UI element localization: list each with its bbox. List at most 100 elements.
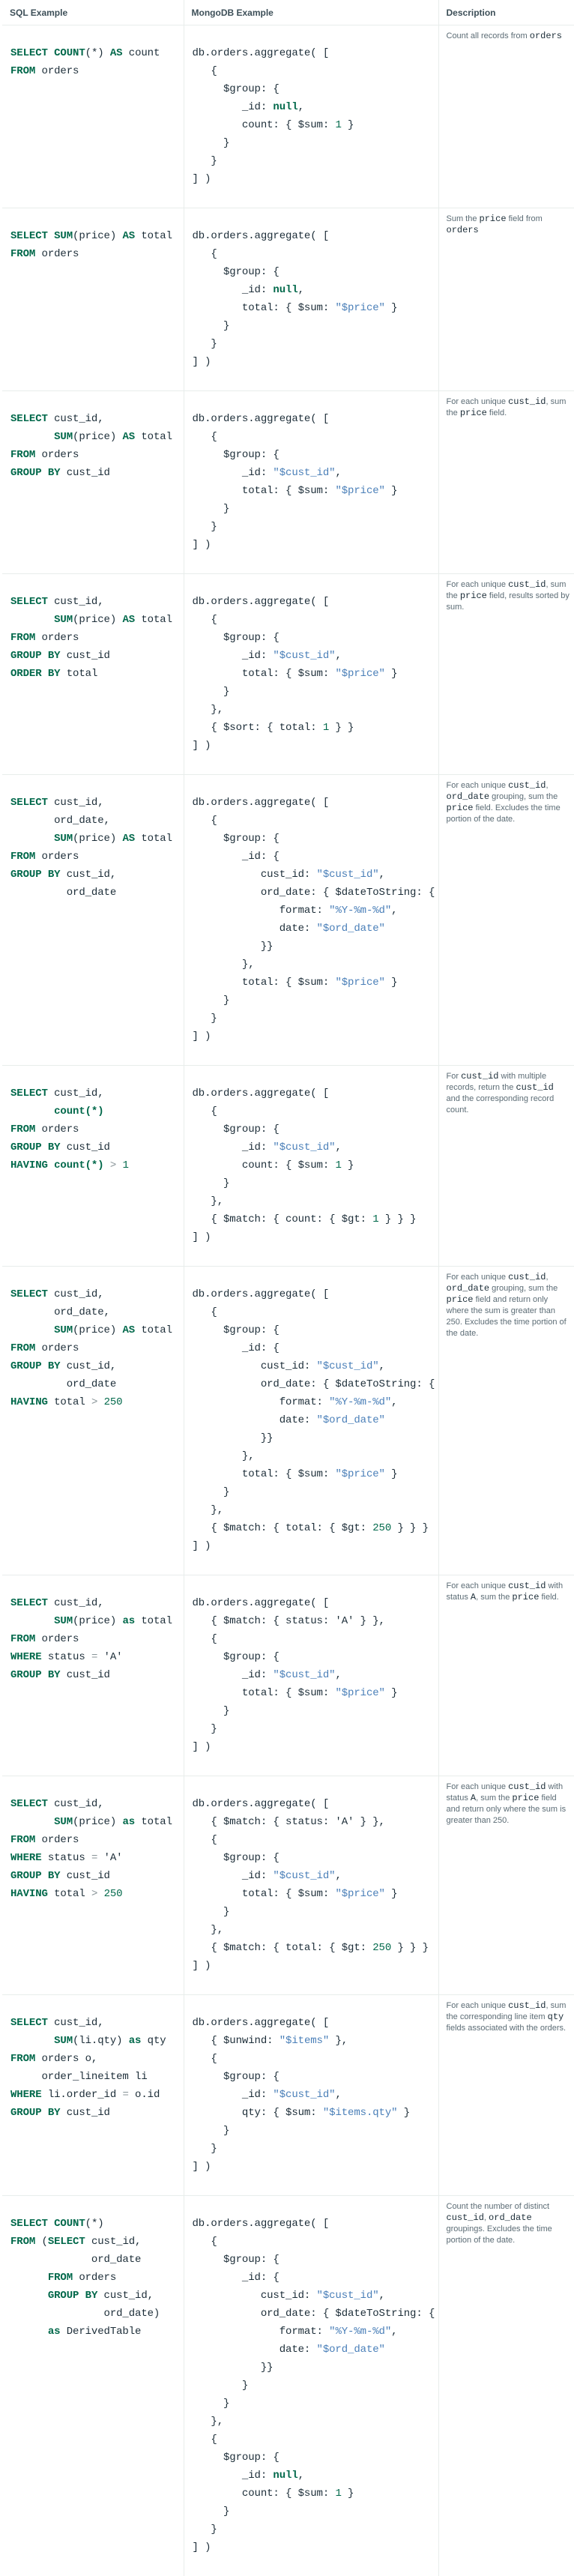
code-line: ] )	[193, 1228, 438, 1246]
inline-code: qty	[548, 2012, 564, 2022]
code-line: format: "%Y-%m-%d",	[193, 2323, 438, 2341]
code-line: ] )	[193, 353, 438, 371]
mongodb-example-cell: db.orders.aggregate( [ { $group: { _id: …	[184, 1267, 438, 1575]
code-line: db.orders.aggregate( [	[193, 593, 438, 611]
code-line: ] )	[193, 1738, 438, 1756]
mongodb-example-cell: db.orders.aggregate( [ { $group: { _id: …	[184, 574, 438, 775]
description-fragment: grouping, sum the	[489, 792, 558, 801]
description-text: For each unique cust_id, sum the price f…	[439, 574, 574, 618]
code-line: },	[193, 1921, 438, 1939]
code-line: SELECT cust_id,	[10, 2014, 184, 2032]
code-line: GROUP BY cust_id	[10, 2104, 184, 2122]
code-line: SUM(price) AS total	[10, 611, 184, 629]
code-line: SELECT COUNT(*) AS count	[10, 44, 184, 62]
code-line: ord_date: { $dateToString: {	[193, 1375, 438, 1393]
code-line: }	[193, 2140, 438, 2158]
code-line: _id: {	[193, 848, 438, 866]
code-line: FROM orders	[10, 1630, 184, 1648]
mongodb-example-cell-block: db.orders.aggregate( [ { $match: { statu…	[184, 1776, 438, 1994]
code-line: total: { $sum: "$price" }	[193, 482, 438, 500]
code-line: }	[193, 2395, 438, 2413]
code-line: {	[193, 1630, 438, 1648]
description-cell: For each unique cust_id with status A, s…	[438, 1776, 574, 1995]
code-line: FROM orders	[10, 1339, 184, 1357]
code-line: SELECT cust_id,	[10, 410, 184, 428]
description-text: Count the number of distinct cust_id, or…	[439, 2196, 574, 2251]
code-line: }	[193, 1903, 438, 1921]
description-cell: For each unique cust_id, ord_date groupi…	[438, 775, 574, 1066]
code-line: count: { $sum: 1 }	[193, 1156, 438, 1174]
description-cell: Count the number of distinct cust_id, or…	[438, 2196, 574, 2576]
inline-code: orders	[530, 31, 562, 41]
code-line: $group: {	[193, 2251, 438, 2269]
code-line: db.orders.aggregate( [	[193, 2014, 438, 2032]
code-line: {	[193, 245, 438, 263]
code-line: FROM (SELECT cust_id,	[10, 2233, 184, 2251]
table-row: SELECT SUM(price) AS totalFROM ordersdb.…	[2, 208, 574, 391]
code-line: FROM orders	[10, 446, 184, 464]
sql-example-cell-block: SELECT cust_id, SUM(price) AS totalFROM …	[2, 574, 184, 702]
code-line: { $match: { count: { $gt: 1 } } }	[193, 1210, 438, 1228]
mongodb-example-cell-block: db.orders.aggregate( [ { $group: { _id: …	[184, 2196, 438, 2576]
description-cell: Sum the price field from orders	[438, 208, 574, 391]
code-line: $group: {	[193, 2068, 438, 2086]
description-text: For each unique cust_id, ord_date groupi…	[439, 775, 574, 830]
description-fragment: For each unique	[447, 1581, 509, 1590]
code-line: },	[193, 701, 438, 719]
code-line: SELECT cust_id,	[10, 593, 184, 611]
code-line: qty: { $sum: "$items.qty" }	[193, 2104, 438, 2122]
code-line: { $match: { total: { $gt: 250 } } }	[193, 1519, 438, 1537]
code-line: cust_id: "$cust_id",	[193, 1357, 438, 1375]
description-text: For each unique cust_id with status A, s…	[439, 1575, 574, 1608]
sql-example-cell: SELECT cust_id, SUM(price) as totalFROM …	[2, 1575, 184, 1776]
code-line: _id: "$cust_id",	[193, 1867, 438, 1885]
code-line: }}	[193, 2359, 438, 2377]
inline-code: price	[480, 214, 507, 224]
header-description: Description	[438, 0, 574, 25]
code-line: date: "$ord_date"	[193, 1411, 438, 1429]
code-line: GROUP BY cust_id	[10, 1666, 184, 1684]
code-line: GROUP BY cust_id,	[10, 2287, 184, 2305]
code-line: FROM orders	[10, 848, 184, 866]
code-line: count: { $sum: 1 }	[193, 116, 438, 134]
code-line: date: "$ord_date"	[193, 920, 438, 938]
code-line: total: { $sum: "$price" }	[193, 1684, 438, 1702]
table-row: SELECT COUNT(*)FROM (SELECT cust_id, ord…	[2, 2196, 574, 2576]
code-line: ORDER BY total	[10, 665, 184, 683]
code-line: order_lineitem li	[10, 2068, 184, 2086]
mongodb-example-cell-block: db.orders.aggregate( [ { $group: { _id: …	[184, 1267, 438, 1575]
code-line: _id: {	[193, 1339, 438, 1357]
code-line: GROUP BY cust_id	[10, 1138, 184, 1156]
sql-example-cell-block: SELECT cust_id, ord_date, SUM(price) AS …	[2, 775, 184, 921]
sql-example-cell: SELECT COUNT(*)FROM (SELECT cust_id, ord…	[2, 2196, 184, 2576]
code-line: },	[193, 956, 438, 974]
code-line: total: { $sum: "$price" }	[193, 974, 438, 992]
code-line: }	[193, 2503, 438, 2521]
sql-example-cell: SELECT cust_id, SUM(price) AS totalFROM …	[2, 574, 184, 775]
code-line: }	[193, 335, 438, 353]
code-line: SELECT COUNT(*)	[10, 2215, 184, 2233]
code-line: FROM orders	[10, 1831, 184, 1849]
code-line: WHERE li.order_id = o.id	[10, 2086, 184, 2104]
sql-example-cell: SELECT cust_id, SUM(price) AS totalFROM …	[2, 391, 184, 574]
sql-example-cell: SELECT cust_id, ord_date, SUM(price) AS …	[2, 775, 184, 1066]
code-line: }	[193, 500, 438, 518]
code-line: {	[193, 2431, 438, 2449]
code-line: ] )	[193, 2158, 438, 2176]
mongodb-example-cell-block: db.orders.aggregate( [ { $group: { _id: …	[184, 775, 438, 1065]
description-cell: For each unique cust_id, sum the corresp…	[438, 1995, 574, 2196]
code-line: db.orders.aggregate( [	[193, 1594, 438, 1612]
sql-example-cell: SELECT SUM(price) AS totalFROM orders	[2, 208, 184, 391]
description-fragment: , sum the	[476, 1794, 512, 1803]
code-line: }	[193, 1720, 438, 1738]
code-line: ord_date	[10, 884, 184, 902]
code-line: GROUP BY cust_id	[10, 464, 184, 482]
code-line: ] )	[193, 1537, 438, 1555]
code-line: { $match: { total: { $gt: 250 } } }	[193, 1939, 438, 1957]
code-line: FROM orders	[10, 2269, 184, 2287]
code-line: db.orders.aggregate( [	[193, 410, 438, 428]
code-line: $group: {	[193, 1648, 438, 1666]
code-line: { $unwind: "$items" },	[193, 2032, 438, 2050]
code-line: HAVING total > 250	[10, 1885, 184, 1903]
table-body: SELECT COUNT(*) AS countFROM ordersdb.or…	[2, 25, 574, 2576]
